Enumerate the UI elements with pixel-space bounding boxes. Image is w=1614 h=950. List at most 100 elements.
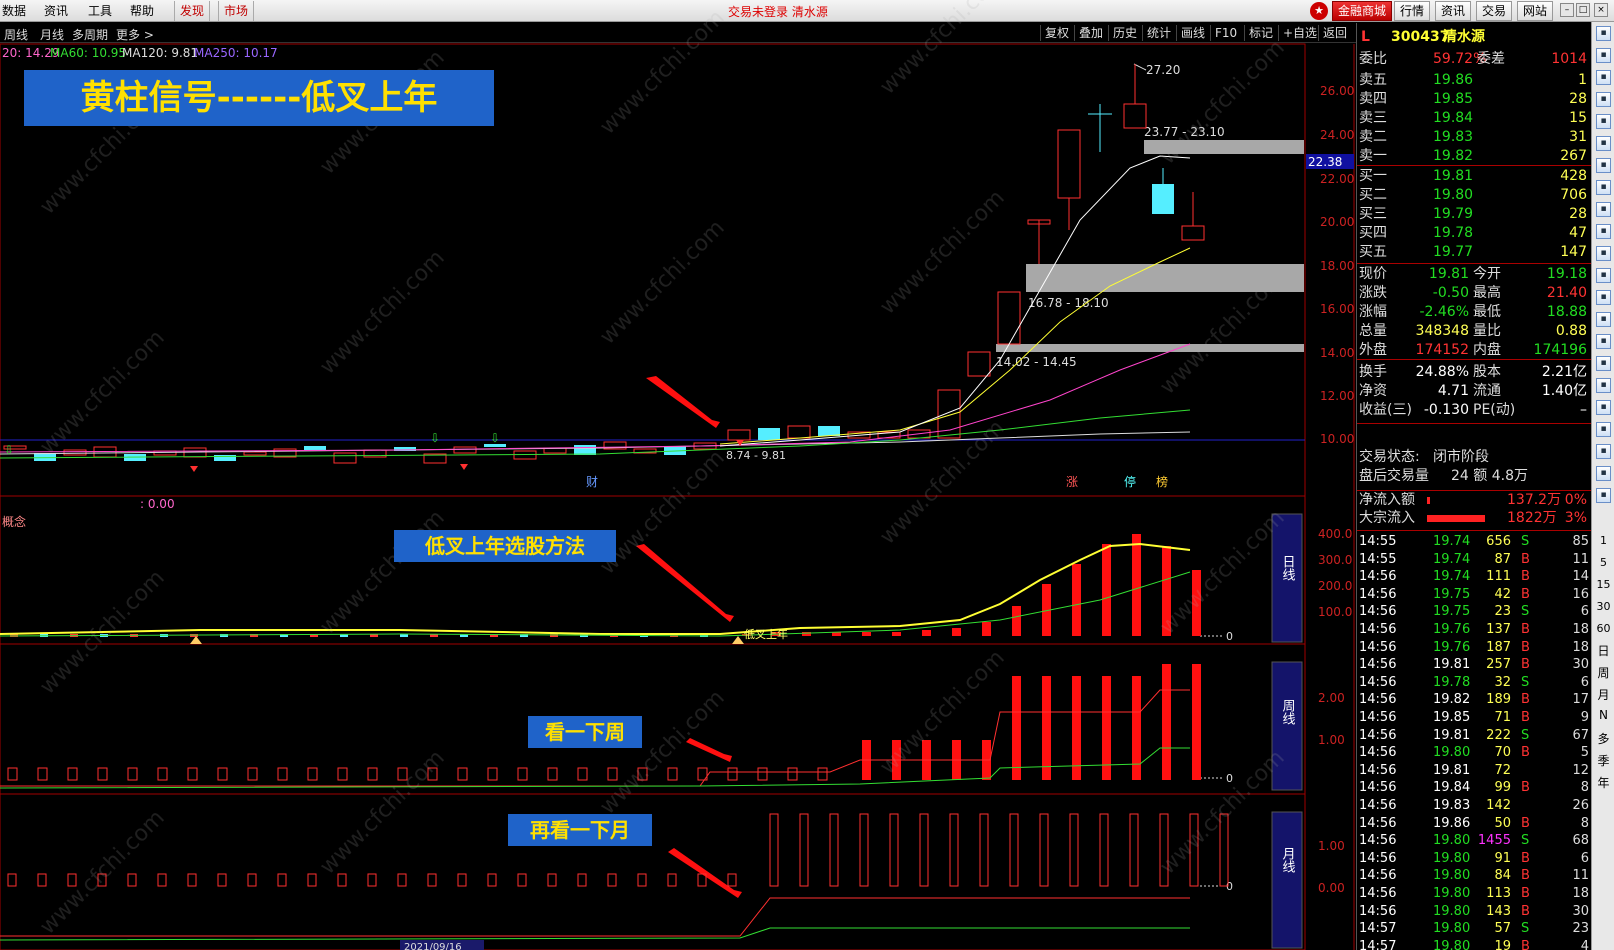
tool-icon[interactable]: ▪ (1596, 114, 1611, 129)
tool-icon[interactable]: ▪ (1596, 422, 1611, 437)
quotes-button[interactable]: 行情 (1394, 1, 1431, 21)
chart-area[interactable]: 20: 14.29 MA60: 10.95 MA120: 9.81 MA250:… (0, 0, 1356, 950)
app-window: 数据 资讯 工具 帮助 发现 市场 交易未登录 清水源 ★ 金融商城 行情 资讯… (0, 0, 1614, 950)
tool-icon[interactable]: ▪ (1596, 444, 1611, 459)
ind3-small-bar (427, 873, 437, 887)
tick-time: 14:56 (1359, 833, 1397, 849)
ind1-bar (862, 632, 871, 636)
tool-icon[interactable]: ▪ (1596, 400, 1611, 415)
tool-icon[interactable]: ▪ (1596, 180, 1611, 195)
tool-icon[interactable]: ▪ (1596, 26, 1611, 41)
trade-button[interactable]: 交易 (1476, 1, 1513, 21)
ind3-small-bar (637, 873, 647, 887)
period-num[interactable]: 5 (1594, 556, 1613, 569)
status-value: 闭市阶段 (1433, 449, 1489, 465)
tool-icon[interactable]: ▪ (1596, 378, 1611, 393)
tick-volume: 71 (1494, 710, 1511, 725)
tool-icon[interactable]: ▪ (1596, 92, 1611, 107)
tick-side: S (1521, 921, 1530, 937)
tick-count: 26 (1572, 798, 1589, 813)
ask-row[interactable]: 卖五 19.86 1 (1357, 71, 1591, 90)
ind3-small-bar (577, 873, 587, 887)
tick-price: 19.85 (1433, 710, 1471, 725)
ind3-small-bar (127, 873, 137, 887)
period-letter[interactable]: 周 (1594, 664, 1613, 681)
tick-volume: 142 (1486, 798, 1511, 813)
tool-icon[interactable]: ▪ (1596, 246, 1611, 261)
arrow-ind3 (668, 848, 742, 898)
ind1-bar (1132, 534, 1141, 636)
period-letter[interactable]: 年 (1594, 774, 1613, 791)
ind3-small-bar (217, 873, 227, 887)
ind3-small-bar (607, 873, 617, 887)
high-label: 27.20 (1146, 63, 1180, 77)
weicha-value: 1014 (1551, 51, 1587, 67)
tick-volume: 72 (1494, 762, 1511, 778)
ask-row[interactable]: 卖四 19.85 28 (1357, 90, 1591, 109)
tool-icon[interactable]: ▪ (1596, 312, 1611, 327)
period-num[interactable]: 60 (1594, 622, 1613, 635)
tool-icon[interactable]: ▪ (1596, 202, 1611, 217)
website-button[interactable]: 网站 (1517, 1, 1554, 21)
ind2-small-bar (187, 767, 198, 781)
tick-count: 5 (1580, 745, 1589, 761)
period-letter[interactable]: N (1594, 708, 1613, 722)
period-num[interactable]: 15 (1594, 578, 1613, 591)
ind3-bar (1099, 813, 1109, 887)
weicha-label: 委差 (1477, 51, 1505, 67)
bid-row[interactable]: 买一 19.81 428 (1357, 167, 1591, 186)
tool-icon[interactable]: ▪ (1596, 224, 1611, 239)
ind3-small-bar (547, 873, 557, 887)
weibi-row: 委比 59.72% 委差 1014 (1357, 50, 1591, 69)
bid-row[interactable]: 买五 19.77 147 (1357, 243, 1591, 262)
quote-label2: 今开 (1473, 266, 1501, 282)
tool-icon[interactable]: ▪ (1596, 356, 1611, 371)
axis-tick-22: 22.00 (1320, 172, 1354, 186)
ind2-zero: 0 (1226, 772, 1233, 785)
tool-icon[interactable]: ▪ (1596, 48, 1611, 63)
tick-count: 6 (1580, 604, 1589, 620)
tool-icon[interactable]: ▪ (1596, 290, 1611, 305)
close-icon[interactable]: × (1594, 3, 1608, 17)
maximize-icon[interactable]: □ (1576, 3, 1590, 17)
tool-icon[interactable]: ▪ (1596, 268, 1611, 283)
period-num[interactable]: 30 (1594, 600, 1613, 613)
period-letter[interactable]: 多 (1594, 730, 1613, 747)
tool-icon[interactable]: ▪ (1596, 488, 1611, 503)
tool-icon[interactable]: ▪ (1596, 70, 1611, 85)
tool-icon[interactable]: ▪ (1596, 334, 1611, 349)
ask-row[interactable]: 卖三 19.84 15 (1357, 109, 1591, 128)
ind2-small-bar (97, 767, 108, 781)
monthly-tab[interactable] (1271, 811, 1303, 949)
period-num[interactable]: 1 (1594, 534, 1613, 547)
tick-price: 19.75 (1433, 586, 1471, 602)
bid-row[interactable]: 买四 19.78 47 (1357, 224, 1591, 243)
ind3-small-bar (307, 873, 317, 887)
ask-row[interactable]: 卖二 19.83 31 (1357, 128, 1591, 147)
bid-row[interactable]: 买二 19.80 706 (1357, 186, 1591, 205)
ask-row[interactable]: 卖一 19.82 267 (1357, 147, 1591, 166)
quote-value2: 21.40 (1546, 285, 1587, 301)
quote-label: 净资 (1359, 383, 1387, 399)
ind1-tick-100: 100.0 (1318, 605, 1352, 619)
tool-icon[interactable]: ▪ (1596, 158, 1611, 173)
minimize-icon[interactable]: – (1560, 3, 1574, 17)
news-button[interactable]: 资讯 (1435, 1, 1472, 21)
ind2-title: 看一下周 (528, 716, 642, 748)
period-letter[interactable]: 日 (1594, 642, 1613, 659)
tool-icon[interactable]: ▪ (1596, 466, 1611, 481)
tick-row: 14:56 19.75 42 B 16 (1357, 586, 1591, 603)
ind3-bar (949, 813, 959, 887)
period-letter[interactable]: 季 (1594, 752, 1613, 769)
ind3-bar (919, 813, 929, 887)
ind2-small-bar (577, 767, 588, 781)
ind2-tick-2: 2.00 (1318, 691, 1345, 705)
tick-count: 11 (1572, 868, 1589, 884)
bid-row[interactable]: 买三 19.79 28 (1357, 205, 1591, 224)
tick-side: B (1521, 710, 1530, 725)
tool-icon[interactable]: ▪ (1596, 136, 1611, 151)
period-letter[interactable]: 月 (1594, 686, 1613, 703)
current-price-label: 22.38 (1308, 155, 1342, 169)
tick-price: 19.74 (1433, 569, 1471, 585)
quote-label: 收益(三) (1359, 402, 1412, 418)
